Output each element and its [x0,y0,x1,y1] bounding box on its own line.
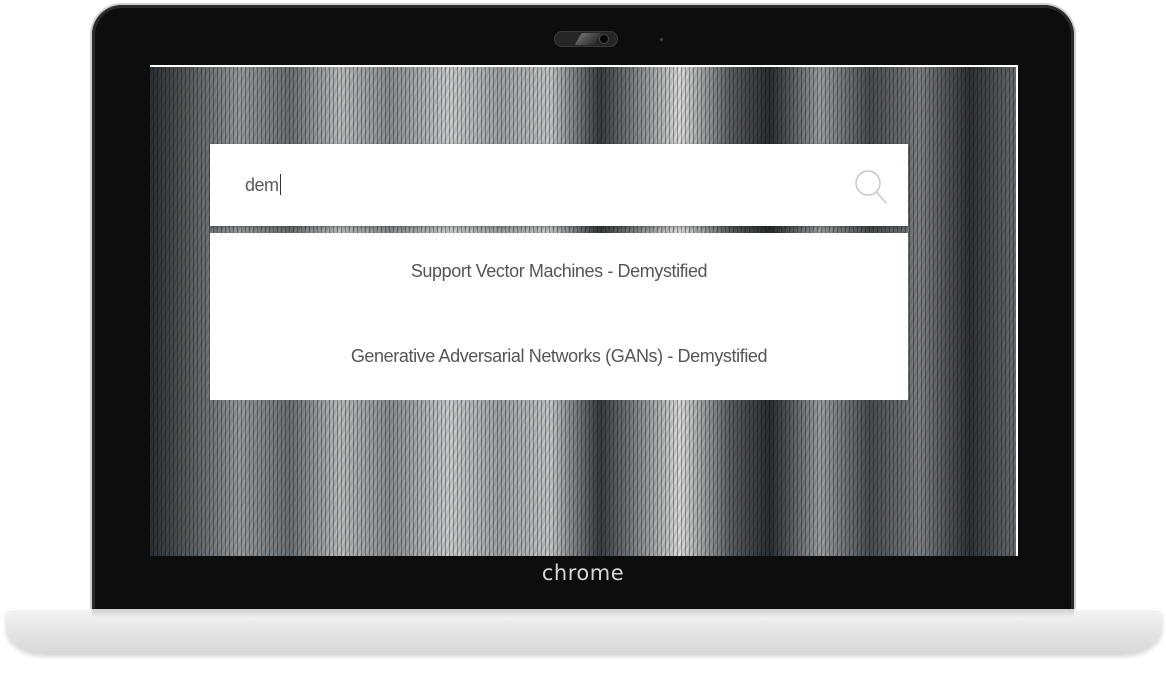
webcam-lens [600,35,608,43]
search-input[interactable]: dem [245,174,281,196]
search-input-value: dem [245,175,279,195]
device-brand-label: chrome [541,561,625,585]
search-suggestions: Support Vector Machines - Demystified Ge… [210,233,908,400]
screen: dem Support Vector Machines - Demystifie… [150,65,1018,556]
laptop-hinge [92,609,1074,617]
search-bar: dem [210,144,908,226]
laptop-mockup: dem Support Vector Machines - Demystifie… [0,0,1166,692]
suggestion-item[interactable]: Generative Adversarial Networks (GANs) -… [210,346,908,367]
search-icon[interactable] [853,168,889,206]
suggestion-item[interactable]: Support Vector Machines - Demystified [210,261,908,282]
text-caret [279,174,281,195]
webcam-indicator [660,38,663,41]
